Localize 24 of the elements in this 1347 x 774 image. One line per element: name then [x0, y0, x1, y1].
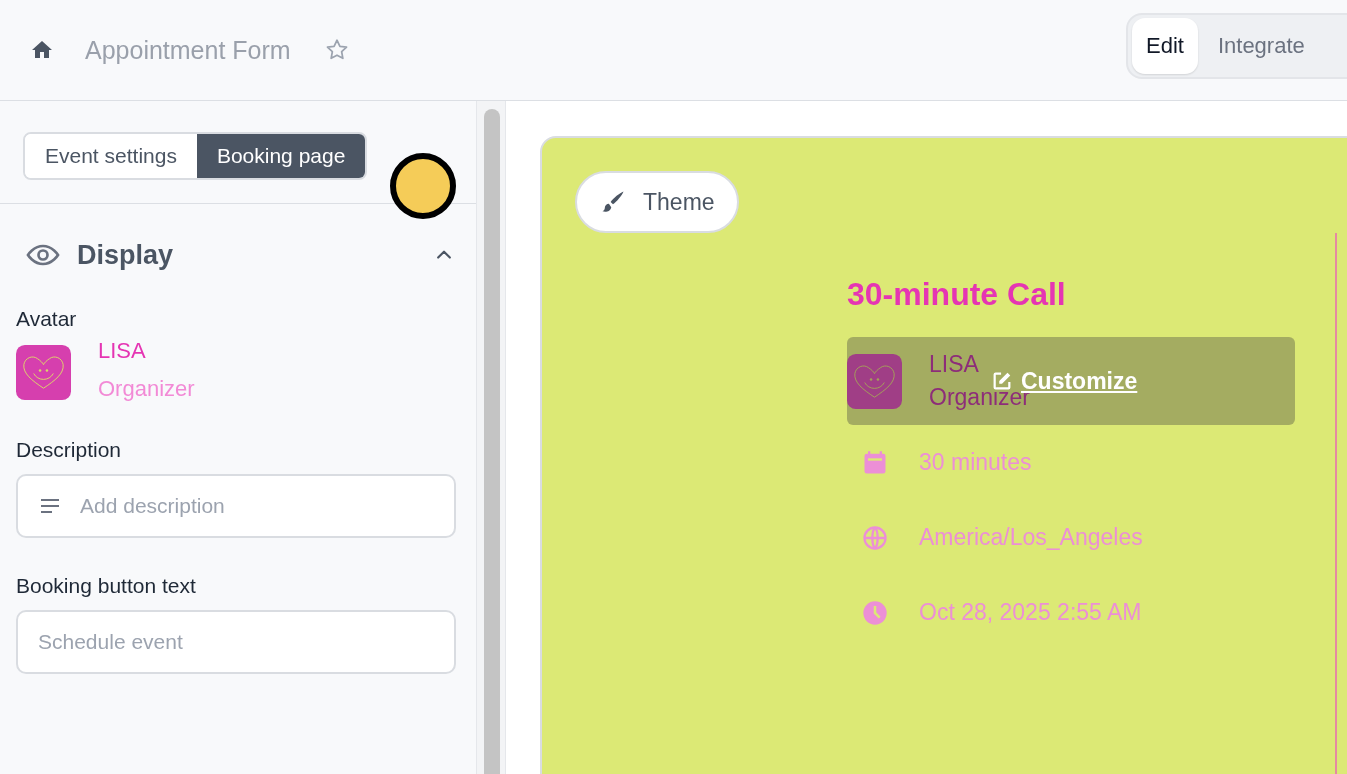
event-detail: 30 minutes — [919, 449, 1032, 476]
heart-avatar-icon — [847, 353, 902, 409]
globe-icon — [861, 523, 889, 552]
settings-tab[interactable]: Booking page — [196, 134, 366, 178]
organizer-role: Organizer — [98, 376, 195, 402]
page-title: Appointment Form — [85, 35, 291, 65]
event-detail: Oct 28, 2025 2:55 AM — [919, 599, 1142, 626]
organizer-name: LISA — [929, 351, 980, 378]
heart-avatar-icon[interactable] — [16, 345, 71, 400]
view-tab[interactable]: Edit — [1132, 18, 1198, 74]
event-title: 30-minute Call — [847, 276, 1067, 313]
field-label: Avatar — [15, 306, 78, 331]
event-detail: America/Los_Angeles — [919, 524, 1143, 551]
field-label: Description — [15, 437, 123, 462]
text-lines-icon — [40, 498, 60, 514]
text-field[interactable]: Add description — [16, 474, 456, 538]
field-label: Booking button text — [15, 573, 197, 598]
theme-button[interactable]: Theme — [575, 171, 739, 233]
clock-icon — [861, 598, 889, 627]
text-field[interactable]: Schedule event — [16, 610, 456, 674]
scrollbar-thumb[interactable] — [484, 109, 500, 774]
organizer-name: LISA — [98, 338, 147, 364]
section-title: Display — [77, 239, 174, 271]
view-tab[interactable]: Integrate — [1203, 18, 1319, 74]
